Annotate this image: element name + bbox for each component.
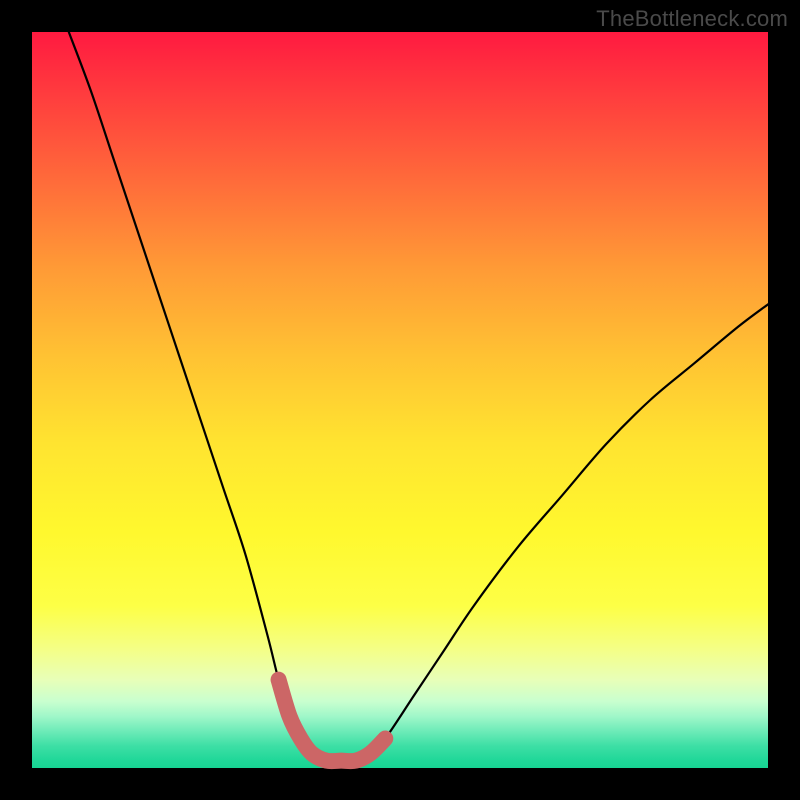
chart-frame: TheBottleneck.com [0, 0, 800, 800]
highlight-segment-path [279, 680, 386, 762]
bottleneck-curve-path [69, 32, 768, 761]
curve-svg [32, 32, 768, 768]
plot-area [32, 32, 768, 768]
watermark-text: TheBottleneck.com [596, 6, 788, 32]
